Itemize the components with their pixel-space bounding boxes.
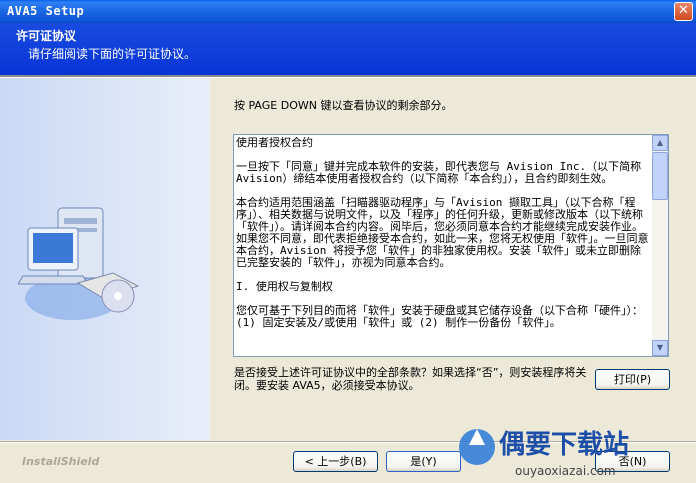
license-paragraph: I. 使用权与复制权 bbox=[236, 280, 333, 293]
license-text: 使用者授权合约 一旦按下「同意」键并完成本软件的安装，即代表您与 Avision… bbox=[236, 137, 650, 354]
scroll-thumb[interactable] bbox=[652, 152, 668, 200]
page-title: 许可证协议 bbox=[16, 29, 77, 43]
watermark-logo: 偶要下载站 ouyaoxiazai.com bbox=[459, 429, 629, 478]
license-paragraph: 一旦按下「同意」键并完成本软件的安装，即代表您与 Avision Inc.（以下… bbox=[236, 160, 642, 185]
left-banner bbox=[0, 78, 210, 440]
setup-window: AVA5 Setup ✕ 许可证协议 请仔细阅读下面的许可证协议。 按 PAGE… bbox=[0, 0, 696, 483]
wizard-header: 许可证协议 请仔细阅读下面的许可证协议。 bbox=[0, 23, 696, 75]
license-paragraph: 使用者授权合约 bbox=[236, 137, 313, 149]
close-button[interactable]: ✕ bbox=[674, 2, 693, 21]
license-paragraph: 本合约适用范围涵盖「扫瞄器驱动程序」与「Avision 撷取工具」（以下合称「程… bbox=[236, 196, 649, 269]
print-button[interactable]: 打印(P) bbox=[595, 369, 670, 390]
page-subtitle: 请仔细阅读下面的许可证协议。 bbox=[28, 47, 197, 61]
arrow-down-icon: ▼ bbox=[656, 343, 664, 352]
license-paragraph: 您仅可基于下列目的而将「软件」安装于硬盘或其它储存设备（以下合称「硬件」）：(1… bbox=[236, 304, 643, 329]
watermark-url: ouyaoxiazai.com bbox=[515, 464, 616, 478]
title-bar[interactable]: AVA5 Setup ✕ bbox=[0, 0, 696, 23]
close-icon: ✕ bbox=[678, 3, 689, 18]
arrow-up-icon: ▲ bbox=[656, 138, 664, 147]
scroll-instruction: 按 PAGE DOWN 键以查看协议的剩余部分。 bbox=[234, 99, 453, 112]
back-button[interactable]: < 上一步(B) bbox=[293, 451, 378, 472]
window-title: AVA5 Setup bbox=[7, 4, 85, 18]
accept-question: 是否接受上述许可证协议中的全部条款？如果选择“否”，则安装程序将关闭。要安装 A… bbox=[234, 366, 587, 392]
watermark-name: 偶要下载站 bbox=[499, 430, 629, 460]
installshield-logo: InstallShield bbox=[22, 455, 100, 468]
scroll-down-button[interactable]: ▼ bbox=[652, 340, 668, 356]
scroll-up-button[interactable]: ▲ bbox=[652, 135, 668, 151]
yes-button[interactable]: 是(Y) bbox=[386, 451, 461, 472]
license-scrollbar[interactable]: ▲ ▼ bbox=[652, 135, 668, 356]
license-textbox[interactable]: 使用者授权合约 一旦按下「同意」键并完成本软件的安装，即代表您与 Avision… bbox=[233, 134, 669, 357]
computer-icon bbox=[18, 207, 140, 320]
